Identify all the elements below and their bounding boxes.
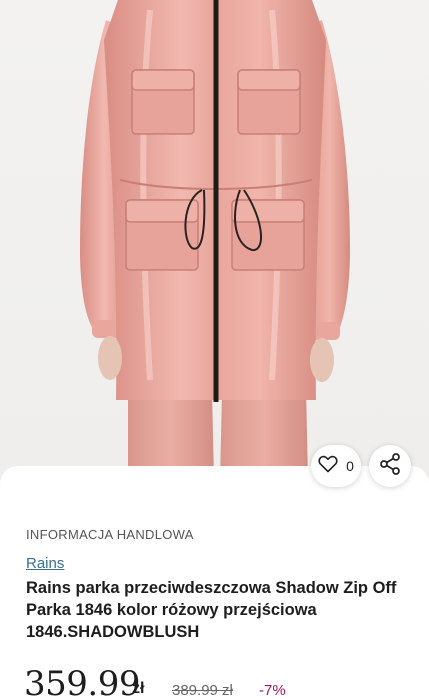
heart-icon	[318, 455, 338, 478]
commercial-info-label[interactable]: INFORMACJA HANDLOWA	[26, 527, 194, 542]
like-button[interactable]: 0	[311, 445, 361, 487]
product-screen: 0 INFORMACJA HANDLOWA Rains Rains parka …	[0, 0, 429, 699]
jacket-illustration	[80, 0, 350, 480]
discount-badge: -7%	[259, 682, 286, 699]
like-count: 0	[346, 458, 354, 474]
current-price: 359.99	[24, 664, 140, 699]
product-title: Rains parka przeciwdeszczowa Shadow Zip …	[26, 579, 397, 641]
share-icon	[378, 452, 402, 481]
old-price: 389.99 zł	[172, 682, 233, 699]
brand-link[interactable]: Rains	[26, 555, 64, 572]
product-image[interactable]	[0, 0, 429, 480]
price-currency: zł	[132, 680, 145, 697]
share-button[interactable]	[369, 445, 411, 487]
